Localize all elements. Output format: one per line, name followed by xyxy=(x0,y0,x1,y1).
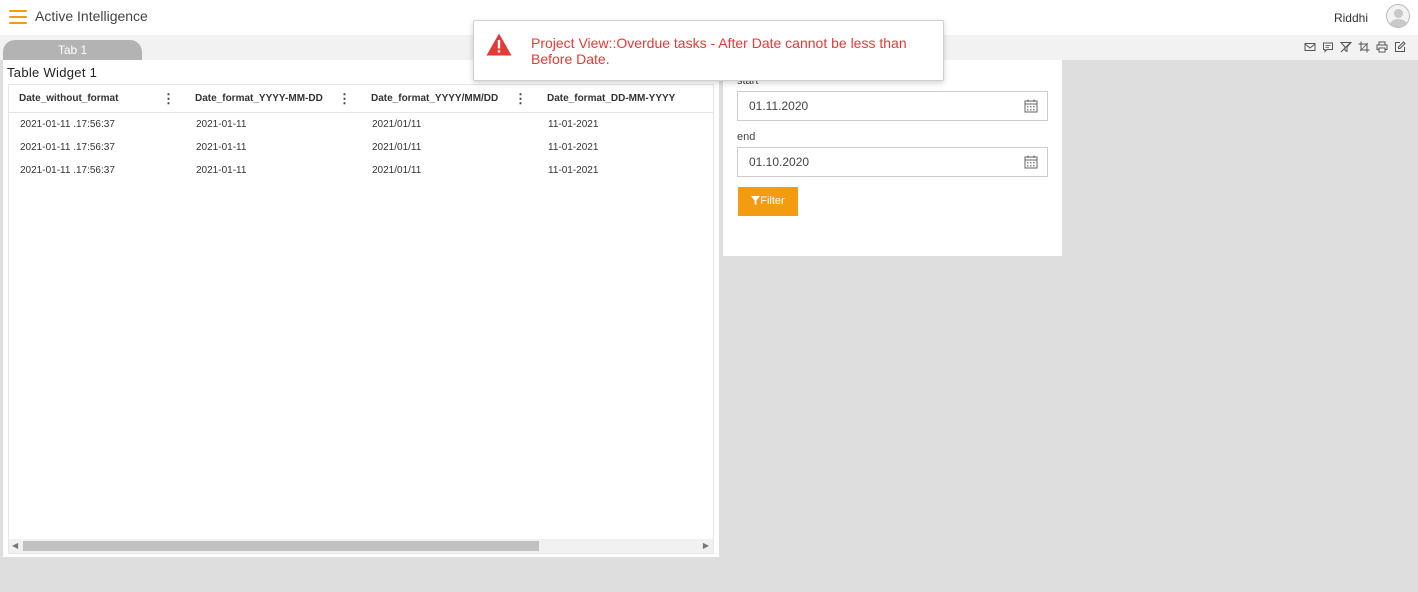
column-header-label: Date_format_YYYY/MM/DD xyxy=(371,93,499,104)
table-cell: 2021-01-11 xyxy=(196,119,247,130)
table-row[interactable]: 2021-01-11 .17:56:37 2021-01-11 2021/01/… xyxy=(9,113,713,136)
app-title: Active Intelligence xyxy=(35,8,148,24)
table-cell: 2021/01/11 xyxy=(372,142,422,153)
mail-icon[interactable] xyxy=(1304,41,1316,53)
end-label: end xyxy=(737,131,756,143)
end-date-input[interactable]: 01.10.2020 xyxy=(737,147,1048,177)
column-header-label: Date_without_format xyxy=(19,93,119,104)
table-row[interactable]: 2021-01-11 .17:56:37 2021-01-11 2021/01/… xyxy=(9,136,713,159)
tab-1[interactable]: Tab 1 xyxy=(3,40,142,60)
horizontal-scrollbar[interactable]: ◀ ▶ xyxy=(9,539,713,553)
calendar-icon[interactable] xyxy=(1024,155,1038,169)
column-header[interactable]: Date_format_YYYY-MM-DD ⋮ xyxy=(185,85,361,112)
calendar-icon[interactable] xyxy=(1024,99,1038,113)
print-icon[interactable] xyxy=(1376,41,1388,53)
table-row[interactable]: 2021-01-11 .17:56:37 2021-01-11 2021/01/… xyxy=(9,159,713,182)
data-grid: Date_without_format ⋮ Date_format_YYYY-M… xyxy=(8,84,714,554)
table-widget: Table Widget 1 Date_without_format ⋮ Dat… xyxy=(3,60,719,557)
filter-button[interactable]: Filter xyxy=(738,187,798,216)
dashboard-toolbar xyxy=(1304,41,1406,53)
error-notification: Project View::Overdue tasks - After Date… xyxy=(473,20,944,81)
table-cell: 2021-01-11 .17:56:37 xyxy=(20,119,115,130)
column-menu-icon[interactable]: ⋮ xyxy=(162,85,175,113)
filter-button-label: Filter xyxy=(760,195,785,207)
column-header[interactable]: Date_without_format ⋮ xyxy=(9,85,185,112)
table-cell: 11-01-2021 xyxy=(548,142,599,153)
user-name[interactable]: Riddhi xyxy=(1334,11,1368,25)
error-message: Project View::Overdue tasks - After Date… xyxy=(531,35,907,67)
start-date-input[interactable]: 01.11.2020 xyxy=(737,91,1048,121)
table-cell: 2021-01-11 .17:56:37 xyxy=(20,165,115,176)
end-date-value: 01.10.2020 xyxy=(749,155,810,169)
start-date-value: 01.11.2020 xyxy=(749,99,809,113)
clear-filter-icon[interactable] xyxy=(1340,41,1352,53)
warning-icon xyxy=(486,33,512,56)
widget-title: Table Widget 1 xyxy=(7,65,98,80)
grid-header: Date_without_format ⋮ Date_format_YYYY-M… xyxy=(9,85,713,113)
table-cell: 2021-01-11 xyxy=(196,142,247,153)
table-cell: 2021/01/11 xyxy=(372,119,422,130)
column-header-label: Date_format_YYYY-MM-DD xyxy=(195,93,323,104)
column-header[interactable]: Date_format_DD-MM-YYYY xyxy=(537,85,713,112)
column-menu-icon[interactable]: ⋮ xyxy=(338,85,351,113)
scroll-left-icon[interactable]: ◀ xyxy=(12,541,18,550)
scroll-right-icon[interactable]: ▶ xyxy=(703,541,709,550)
comment-icon[interactable] xyxy=(1322,41,1334,53)
table-cell: 2021-01-11 xyxy=(196,165,247,176)
table-cell: 11-01-2021 xyxy=(548,165,599,176)
scrollbar-thumb[interactable] xyxy=(23,541,539,551)
column-header-label: Date_format_DD-MM-YYYY xyxy=(547,93,676,104)
funnel-icon xyxy=(751,196,761,205)
crop-icon[interactable] xyxy=(1358,41,1370,53)
table-cell: 2021/01/11 xyxy=(372,165,422,176)
table-cell: 2021-01-11 .17:56:37 xyxy=(20,142,115,153)
table-cell: 11-01-2021 xyxy=(548,119,599,130)
hamburger-menu-icon[interactable] xyxy=(9,10,27,24)
column-menu-icon[interactable]: ⋮ xyxy=(514,85,527,113)
avatar[interactable] xyxy=(1386,4,1410,28)
column-header[interactable]: Date_format_YYYY/MM/DD ⋮ xyxy=(361,85,537,112)
date-filter-widget: start 01.11.2020 end 01.10.2020 Filter xyxy=(723,60,1062,256)
edit-icon[interactable] xyxy=(1394,41,1406,53)
